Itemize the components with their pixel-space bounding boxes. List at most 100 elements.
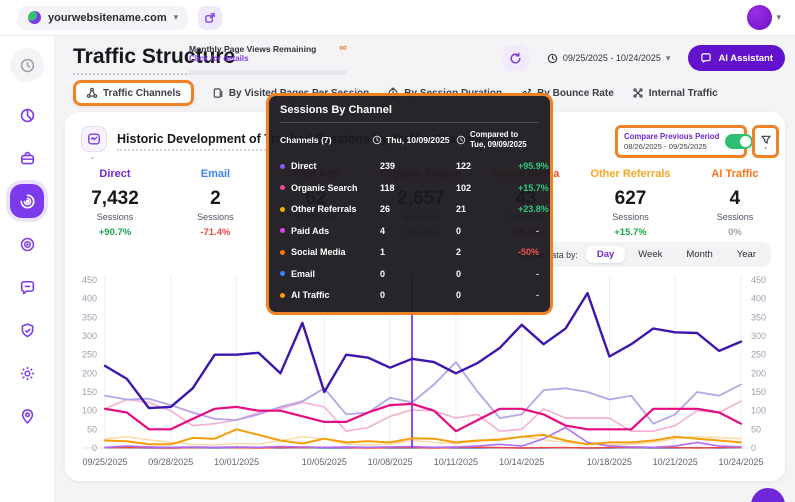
quota-progress-bar xyxy=(189,70,347,75)
svg-text:09/28/2025: 09/28/2025 xyxy=(148,457,193,467)
open-website-button[interactable] xyxy=(198,6,222,30)
pages-icon xyxy=(212,87,224,99)
sidebar-item-briefcase[interactable] xyxy=(10,141,44,175)
filter-button[interactable]: ⌄ xyxy=(752,125,779,158)
channel-dot xyxy=(280,293,285,298)
previous-value: 0 xyxy=(456,269,518,279)
svg-text:200: 200 xyxy=(751,368,766,378)
show-by-week[interactable]: Week xyxy=(627,246,673,263)
stat-unit: Sessions xyxy=(699,212,771,222)
svg-text:0: 0 xyxy=(751,443,756,453)
current-value: 118 xyxy=(380,183,456,193)
sessions-by-channel-tooltip: Sessions By Channel Channels (7) Thu, 10… xyxy=(266,93,553,315)
channel-label: AI Traffic xyxy=(291,290,330,300)
sidebar-item-history[interactable] xyxy=(10,48,44,82)
svg-text:300: 300 xyxy=(82,331,97,341)
svg-text:250: 250 xyxy=(82,350,97,360)
sidebar-nav xyxy=(0,36,55,502)
sidebar-item-traffic-signal[interactable] xyxy=(10,184,44,218)
svg-text:150: 150 xyxy=(751,387,766,397)
stat-label: Other Referrals xyxy=(590,168,670,180)
previous-value: 102 xyxy=(456,183,518,193)
chevron-down-icon: ⌄ xyxy=(763,146,769,150)
svg-text:100: 100 xyxy=(82,406,97,416)
stat-ai-traffic: AI Traffic 4 Sessions 0% xyxy=(699,168,771,238)
compare-label: Compare Previous Period xyxy=(624,132,719,141)
stat-value: 7,432 xyxy=(79,188,151,210)
svg-text:50: 50 xyxy=(87,424,97,434)
svg-text:150: 150 xyxy=(82,387,97,397)
svg-text:400: 400 xyxy=(82,294,97,304)
previous-value: 0 xyxy=(456,226,518,236)
show-by-year[interactable]: Year xyxy=(726,246,767,263)
website-selector[interactable]: yourwebsitename.com ▾ xyxy=(18,6,188,30)
channel-label: Direct xyxy=(291,161,317,171)
tooltip-title: Sessions By Channel xyxy=(280,104,539,123)
svg-text:350: 350 xyxy=(751,312,766,322)
change-value: - xyxy=(518,226,539,236)
current-value: 1 xyxy=(380,247,456,257)
tab-label: Traffic Channels xyxy=(103,88,181,99)
tooltip-compared-label: Compared to xyxy=(470,130,518,139)
tooltip-row-social-media: Social Media 1 2 -50% xyxy=(280,241,539,263)
tooltip-channels-header: Channels (7) xyxy=(280,135,372,145)
compare-toggle[interactable] xyxy=(725,134,753,149)
sidebar-item-target[interactable] xyxy=(10,227,44,261)
user-menu[interactable]: ▾ xyxy=(747,5,781,30)
sidebar-item-chat[interactable] xyxy=(10,270,44,304)
clock-icon xyxy=(372,135,382,145)
show-by-day[interactable]: Day xyxy=(586,246,625,263)
channel-label: Other Referrals xyxy=(291,204,357,214)
channel-dot xyxy=(280,250,285,255)
date-range-picker[interactable]: 09/25/2025 - 10/24/2025 ▾ xyxy=(537,45,681,71)
svg-text:10/18/2025: 10/18/2025 xyxy=(587,457,632,467)
sidebar-item-shield-check[interactable] xyxy=(10,313,44,347)
svg-text:10/14/2025: 10/14/2025 xyxy=(499,457,544,467)
channel-dot xyxy=(280,164,285,169)
tooltip-row-other-referrals: Other Referrals 26 21 +23.8% xyxy=(280,198,539,220)
stat-label: Direct xyxy=(79,168,151,180)
svg-text:250: 250 xyxy=(751,350,766,360)
tooltip-row-direct: Direct 239 122 +95.9% xyxy=(280,155,539,177)
channel-label: Email xyxy=(291,269,315,279)
avatar xyxy=(747,5,772,30)
svg-text:10/11/2025: 10/11/2025 xyxy=(434,457,478,467)
website-name: yourwebsitename.com xyxy=(48,12,167,24)
current-value: 239 xyxy=(380,161,456,171)
previous-value: 21 xyxy=(456,204,518,214)
change-value: - xyxy=(518,269,539,279)
tooltip-row-ai-traffic: AI Traffic 0 0 - xyxy=(280,284,539,306)
current-value: 26 xyxy=(380,204,456,214)
change-value: +23.8% xyxy=(518,204,549,214)
clock-icon xyxy=(547,53,558,64)
chevron-down-icon: ▾ xyxy=(666,53,671,64)
card-header-icon-button[interactable] xyxy=(81,126,107,152)
tab-internal-traffic[interactable]: Internal Traffic xyxy=(632,87,718,99)
collapse-chevron-icon[interactable]: ⌄ xyxy=(89,152,96,161)
compare-range: 08/26/2025 - 09/25/2025 xyxy=(624,142,719,151)
change-value: +95.9% xyxy=(518,161,549,171)
svg-text:10/21/2025: 10/21/2025 xyxy=(653,457,698,467)
clock-icon xyxy=(456,135,466,145)
change-value: - xyxy=(518,290,539,300)
page-views-quota: Monthly Page Views Remaining Click for d… xyxy=(189,44,347,75)
channel-label: Social Media xyxy=(291,247,346,257)
show-by-month[interactable]: Month xyxy=(675,246,723,263)
quota-label: Monthly Page Views Remaining xyxy=(189,44,316,54)
compare-previous-period-control: Compare Previous Period 08/26/2025 - 09/… xyxy=(615,125,747,158)
stat-value: 4 xyxy=(699,188,771,210)
refresh-button[interactable] xyxy=(503,45,529,71)
tooltip-row-paid-ads: Paid Ads 4 0 - xyxy=(280,220,539,242)
stat-value: 2 xyxy=(179,188,251,210)
sidebar-item-location-pin[interactable] xyxy=(10,399,44,433)
quota-details-link[interactable]: Click for details xyxy=(189,54,316,63)
svg-text:10/01/2025: 10/01/2025 xyxy=(214,457,259,467)
stat-change: +15.7% xyxy=(590,227,670,238)
tab-traffic-channels[interactable]: Traffic Channels xyxy=(73,80,194,106)
stat-direct: Direct 7,432 Sessions +90.7% xyxy=(79,168,151,238)
ai-assistant-button[interactable]: AI Assistant xyxy=(688,45,785,71)
stat-email: Email 2 Sessions -71.4% xyxy=(179,168,251,238)
sidebar-item-pie-chart[interactable] xyxy=(10,98,44,132)
svg-text:350: 350 xyxy=(82,312,97,322)
sidebar-item-gear[interactable] xyxy=(10,356,44,390)
